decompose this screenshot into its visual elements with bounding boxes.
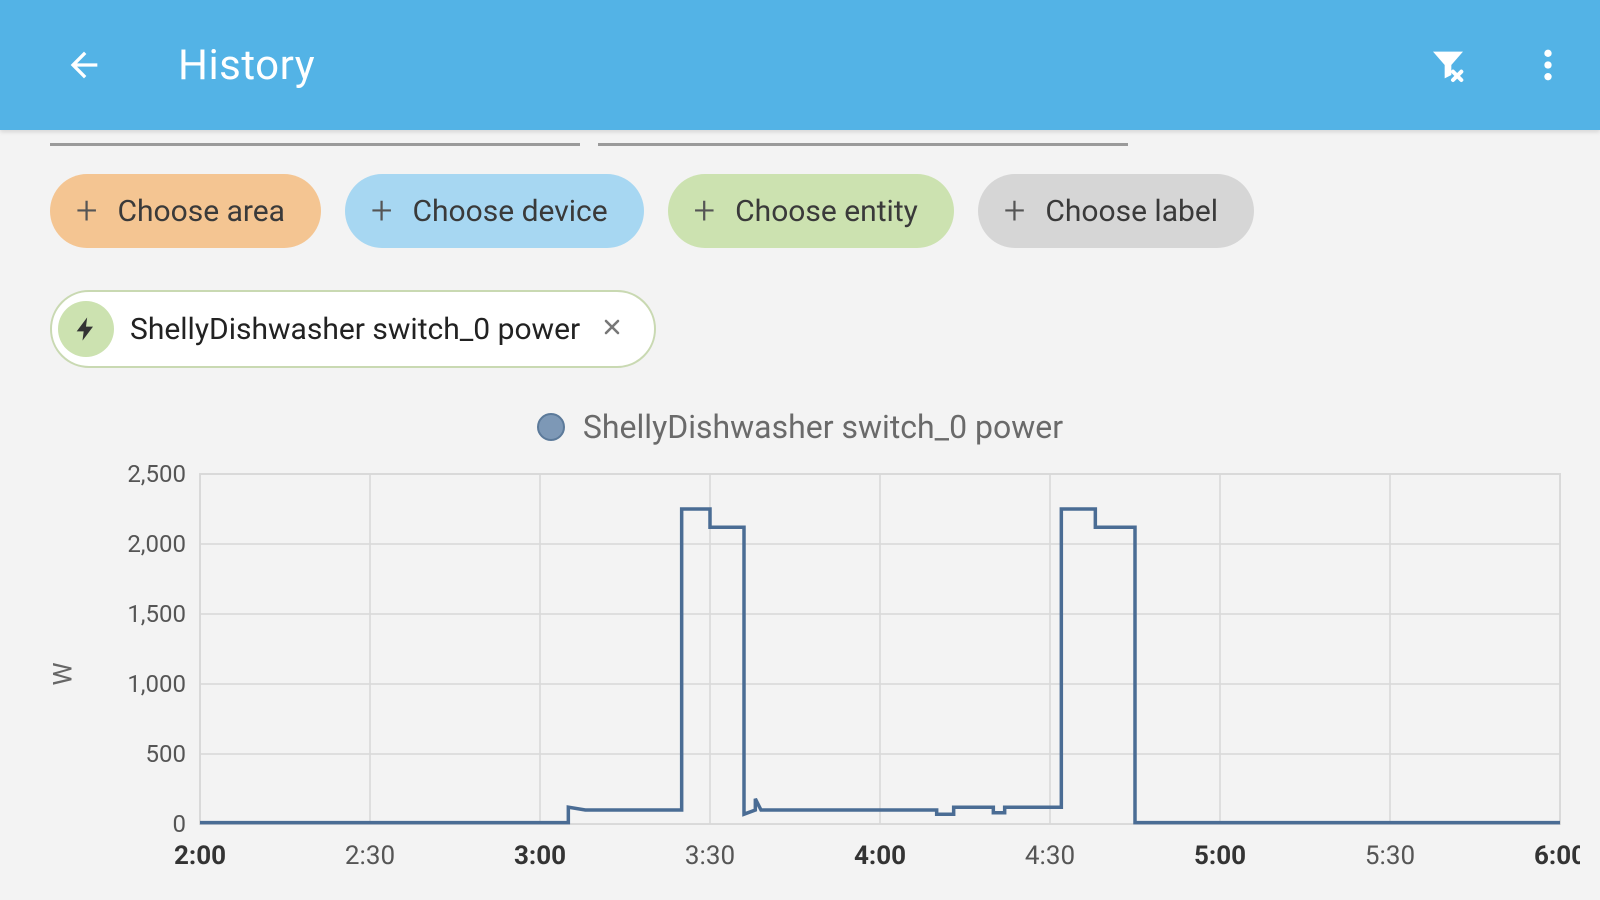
header-actions — [1424, 41, 1572, 89]
plus-icon: + — [371, 192, 392, 230]
svg-text:2:00: 2:00 — [174, 841, 226, 871]
entity-name: ShellyDishwasher switch_0 power — [130, 312, 580, 347]
plus-icon: + — [76, 192, 97, 230]
plus-icon: + — [694, 192, 715, 230]
clear-filter-button[interactable] — [1424, 41, 1472, 89]
svg-text:2,000: 2,000 — [127, 530, 186, 558]
chart-legend: ShellyDishwasher switch_0 power — [50, 408, 1550, 446]
chip-label: Choose device — [412, 194, 607, 229]
page-title: History — [178, 41, 315, 90]
app-header: History — [0, 0, 1600, 130]
choose-device-chip[interactable]: + Choose device — [345, 174, 644, 248]
remove-entity-button[interactable] — [596, 308, 628, 351]
y-axis-label: W — [49, 662, 79, 685]
svg-text:5:30: 5:30 — [1365, 841, 1415, 871]
choose-entity-chip[interactable]: + Choose entity — [668, 174, 954, 248]
legend-label: ShellyDishwasher switch_0 power — [583, 408, 1063, 446]
filter-chip-row: + Choose area + Choose device + Choose e… — [50, 174, 1550, 248]
svg-text:500: 500 — [146, 740, 186, 768]
svg-text:2,500: 2,500 — [127, 464, 186, 488]
svg-text:5:00: 5:00 — [1194, 841, 1246, 871]
close-icon — [600, 315, 624, 339]
svg-text:1,500: 1,500 — [127, 600, 186, 628]
svg-text:0: 0 — [173, 810, 187, 838]
svg-text:2:30: 2:30 — [345, 841, 395, 871]
date-range-bar — [50, 128, 1550, 146]
chip-label: Choose entity — [735, 194, 918, 229]
back-button[interactable] — [60, 41, 108, 89]
dots-vertical-icon — [1528, 45, 1568, 85]
svg-text:3:00: 3:00 — [514, 841, 566, 871]
chip-label: Choose area — [117, 194, 285, 229]
svg-text:4:30: 4:30 — [1025, 841, 1075, 871]
svg-text:6:00: 6:00 — [1534, 841, 1580, 871]
choose-label-chip[interactable]: + Choose label — [978, 174, 1254, 248]
entity-badge — [58, 301, 114, 357]
selected-entity-pill[interactable]: ShellyDishwasher switch_0 power — [50, 290, 656, 368]
svg-text:1,000: 1,000 — [127, 670, 186, 698]
arrow-left-icon — [64, 45, 104, 85]
end-date-field[interactable] — [598, 128, 1128, 146]
svg-text:4:00: 4:00 — [854, 841, 906, 871]
plus-icon: + — [1004, 192, 1025, 230]
start-date-field[interactable] — [50, 128, 580, 146]
content-area: + Choose area + Choose device + Choose e… — [0, 128, 1600, 884]
svg-text:3:30: 3:30 — [685, 841, 735, 871]
legend-marker — [537, 413, 565, 441]
overflow-menu-button[interactable] — [1524, 41, 1572, 89]
choose-area-chip[interactable]: + Choose area — [50, 174, 321, 248]
lightning-icon — [72, 315, 100, 343]
filter-remove-icon — [1428, 45, 1468, 85]
line-chart[interactable]: 0 500 1,000 1,500 2,000 2,500 2:00 2:30 3:00 3:30… — [60, 464, 1580, 884]
chart-container: W 05001,0001,5002,0002,5002:002:303:003:… — [60, 464, 1550, 884]
chip-label: Choose label — [1045, 194, 1218, 229]
